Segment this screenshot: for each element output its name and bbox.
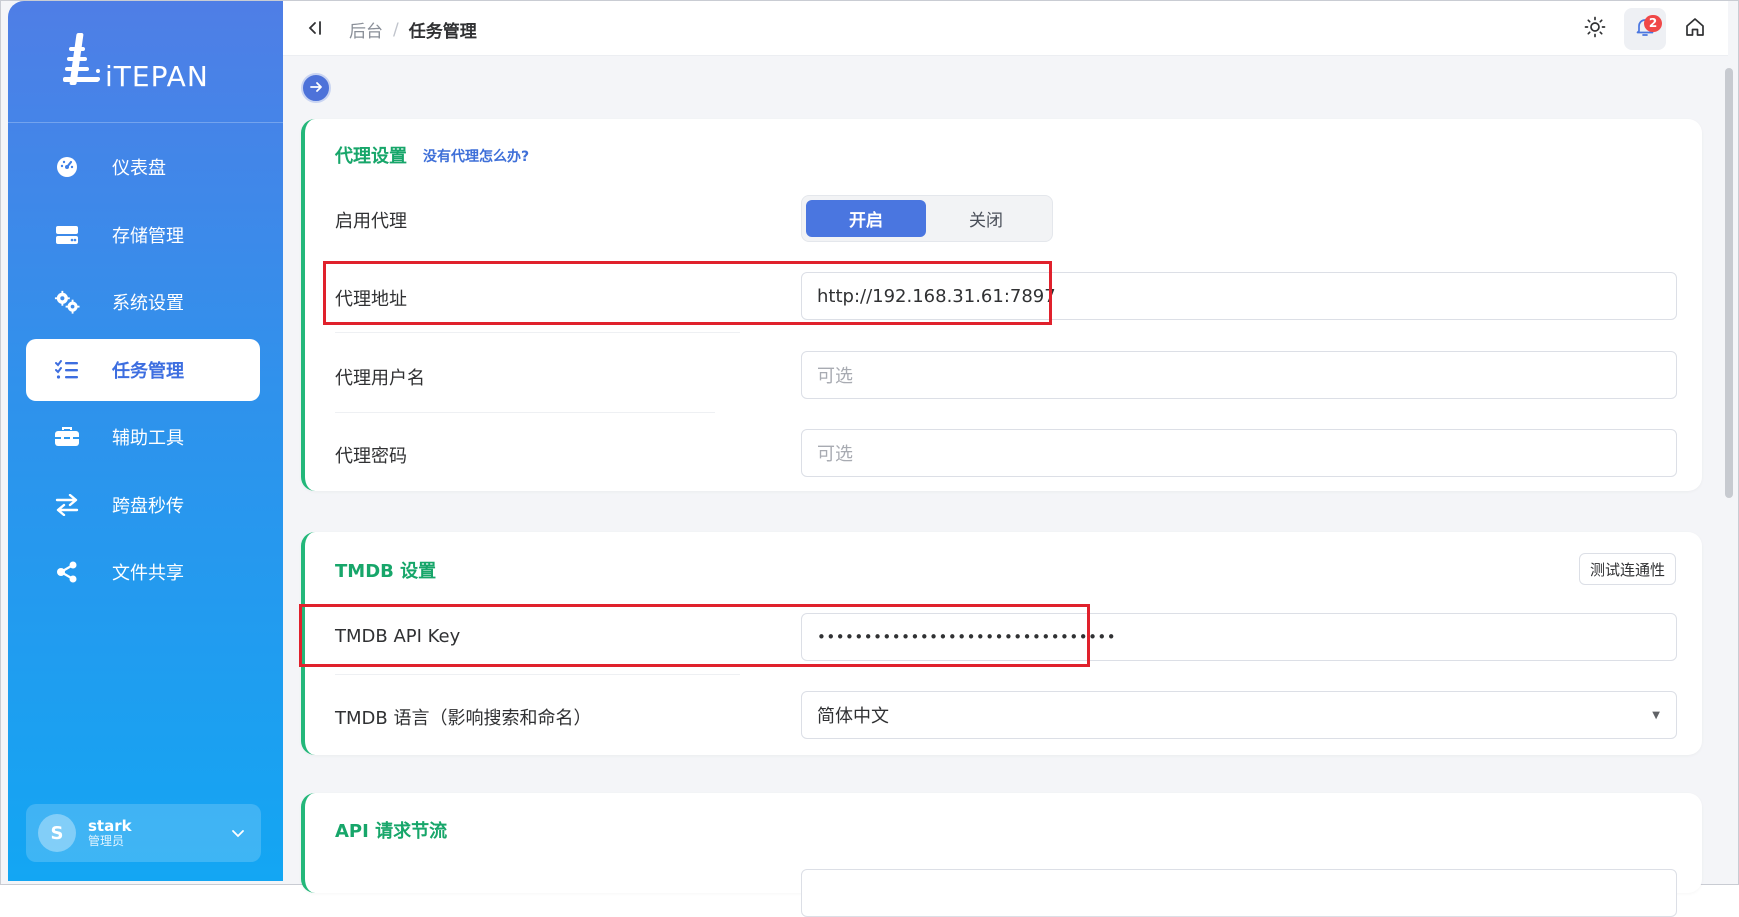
app-logo[interactable]: iTEPAN [63,31,243,91]
home-icon [1684,16,1706,42]
sidebar-item-tools[interactable]: 辅助工具 [26,406,260,468]
proxy-toggle[interactable]: 开启 关闭 [801,195,1053,242]
sidebar-item-label: 辅助工具 [112,428,184,449]
proxy-toggle-off[interactable]: 关闭 [926,200,1046,237]
notification-badge: 2 [1644,14,1662,32]
sidebar-divider [8,122,283,123]
collapse-sidebar-icon[interactable] [306,18,326,38]
top-header: 后台 / 任务管理 2 [283,1,1728,56]
sidebar-item-dashboard[interactable]: 仪表盘 [26,136,260,198]
gears-icon [54,289,80,315]
proxy-username-label: 代理用户名 [335,368,425,389]
enable-proxy-label: 启用代理 [335,211,407,232]
logo-mark-icon [63,33,103,91]
storage-drive-icon [54,222,80,248]
user-role: 管理员 [88,833,125,848]
proxy-address-label: 代理地址 [335,289,407,310]
home-button[interactable] [1674,8,1716,50]
notifications-button[interactable]: 2 [1624,7,1666,50]
breadcrumb: 后台 / 任务管理 [349,17,477,43]
caret-down-icon: ▼ [1652,710,1660,721]
tmdb-api-key-input[interactable]: •••••••••••••••••••••••••••••••• [801,613,1677,661]
sidebar-item-settings[interactable]: 系统设置 [26,271,260,333]
proxy-password-label: 代理密码 [335,446,407,467]
sidebar-item-tasks[interactable]: 任务管理 [26,338,260,401]
tmdb-section-title: TMDB 设置 [335,561,437,582]
sidebar-item-label: 任务管理 [112,360,184,382]
breadcrumb-root[interactable]: 后台 [349,17,383,42]
proxy-toggle-on[interactable]: 开启 [806,200,926,237]
row-divider [335,332,740,333]
vertical-scrollbar[interactable] [1722,56,1736,881]
scrollbar-thumb[interactable] [1725,68,1733,498]
transfer-arrows-icon [54,492,80,518]
user-info: stark 管理员 [88,818,132,848]
dashboard-gauge-icon [54,154,80,180]
proxy-username-input[interactable]: 可选 [801,351,1677,399]
row-divider [335,412,715,413]
sidebar-item-label: 仪表盘 [112,158,166,179]
avatar: S [38,814,76,852]
tmdb-language-select[interactable]: 简体中文 ▼ [801,691,1677,739]
proxy-password-input[interactable]: 可选 [801,429,1677,477]
proxy-help-link[interactable]: 没有代理怎么办? [423,146,529,166]
proxy-settings-card: 代理设置 没有代理怎么办? 启用代理 开启 关闭 代理地址 http://192… [301,119,1702,491]
expand-button[interactable] [301,73,331,103]
tmdb-api-key-label: TMDB API Key [335,626,461,647]
sun-icon [1584,16,1606,42]
sidebar-item-label: 跨盘秒传 [112,495,184,517]
sidebar-item-transfer[interactable]: 跨盘秒传 [26,474,260,536]
sidebar-item-share[interactable]: 文件共享 [26,541,260,603]
toolbox-icon [54,424,80,450]
breadcrumb-current: 任务管理 [408,22,477,42]
sidebar: iTEPAN 仪表盘 存储管理 系统设置 任务管理 辅助工具 跨盘秒传 文件共享… [8,1,283,881]
app-window: iTEPAN 仪表盘 存储管理 系统设置 任务管理 辅助工具 跨盘秒传 文件共享… [0,0,1739,917]
test-connectivity-button[interactable]: 测试连通性 [1578,553,1676,585]
api-throttle-input[interactable] [801,869,1677,917]
proxy-section-title: 代理设置 [335,146,407,167]
task-list-icon [54,357,80,383]
api-throttle-card: API 请求节流 [301,793,1702,917]
logo-text: iTEPAN [105,60,209,93]
user-name: stark [88,817,132,836]
header-actions: 2 [1574,1,1728,56]
tmdb-language-label: TMDB 语言（影响搜索和命名） [335,708,592,729]
sidebar-item-label: 存储管理 [112,225,184,247]
api-throttle-section-title: API 请求节流 [335,821,448,842]
sidebar-item-label: 文件共享 [112,563,184,584]
breadcrumb-separator: / [393,19,399,40]
tmdb-settings-card: TMDB 设置 测试连通性 TMDB API Key •••••••••••••… [301,532,1702,755]
chevron-down-icon [231,824,245,843]
tmdb-language-value: 简体中文 [817,706,889,727]
row-divider [335,674,740,675]
user-menu[interactable]: S stark 管理员 [26,804,261,862]
proxy-address-input[interactable]: http://192.168.31.61:7897 [801,272,1677,320]
share-nodes-icon [54,559,80,585]
sidebar-nav: 仪表盘 存储管理 系统设置 任务管理 辅助工具 跨盘秒传 文件共享 [26,136,268,609]
arrow-right-icon [309,79,323,98]
sidebar-item-storage[interactable]: 存储管理 [26,204,260,266]
theme-toggle-button[interactable] [1574,8,1616,50]
sidebar-item-label: 系统设置 [112,293,184,314]
